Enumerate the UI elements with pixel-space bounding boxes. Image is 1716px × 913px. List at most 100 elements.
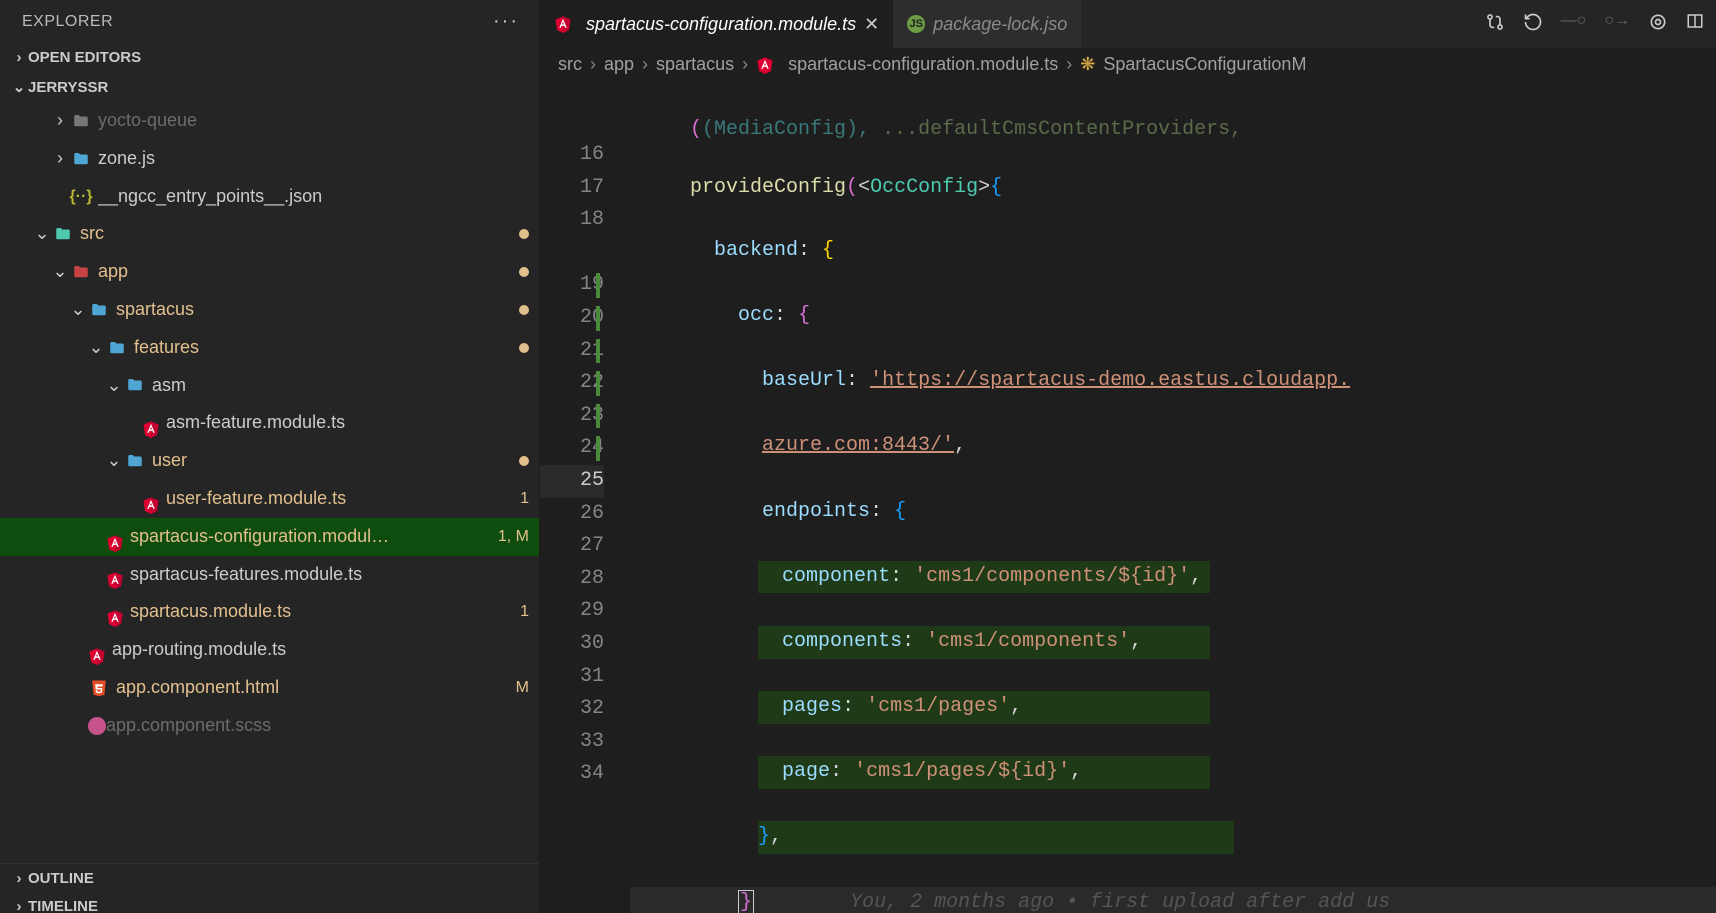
tab-label: package-lock.jso: [933, 14, 1067, 35]
modified-dot: [519, 267, 529, 277]
line-number: 21: [540, 335, 604, 368]
tab-bar: spartacus-configuration.module.ts ✕ JS p…: [540, 0, 1716, 48]
breadcrumb-part[interactable]: src: [558, 54, 582, 75]
code-token: azure.com:8443/': [762, 434, 954, 457]
code-token: components: [782, 630, 902, 653]
tree-folder[interactable]: ⌄ user: [0, 442, 539, 480]
tree-label: app.component.scss: [106, 707, 529, 745]
more-icon[interactable]: ···: [493, 10, 519, 33]
explorer-sidebar: EXPLORER ··· › OPEN EDITORS ⌄ JERRYSSR ›…: [0, 0, 540, 913]
tree-file[interactable]: spartacus.module.ts1: [0, 593, 539, 631]
line-number: 31: [540, 661, 604, 694]
nodejs-icon: JS: [907, 15, 925, 33]
tree-file[interactable]: spartacus-configuration.modul…1, M: [0, 518, 539, 556]
chevron-right-icon: ›: [590, 54, 596, 75]
tree-folder[interactable]: ⌄src: [0, 215, 539, 253]
project-label: JERRYSSR: [28, 79, 108, 96]
explorer-header: EXPLORER ···: [0, 0, 539, 43]
tree-folder[interactable]: ⌄ spartacus: [0, 291, 539, 329]
code-content[interactable]: ((MediaConfig), ...defaultCmsContentProv…: [630, 81, 1716, 913]
angular-icon: [106, 565, 124, 583]
tree-label: app.component.html: [116, 669, 510, 707]
breadcrumb-part[interactable]: spartacus-configuration.module.ts: [788, 54, 1058, 75]
tree-file[interactable]: app.component.htmlM: [0, 669, 539, 707]
project-section[interactable]: ⌄ JERRYSSR: [0, 72, 539, 102]
chevron-icon: ⌄: [68, 291, 88, 329]
tree-folder[interactable]: ⌄app: [0, 253, 539, 291]
tree-file[interactable]: asm-feature.module.ts: [0, 404, 539, 442]
next-icon[interactable]: ○→: [1604, 12, 1630, 37]
line-number: 29: [540, 595, 604, 628]
tree-file[interactable]: spartacus-features.module.ts: [0, 556, 539, 594]
tab-inactive[interactable]: JS package-lock.jso: [893, 0, 1081, 48]
tree-label: asm: [152, 367, 529, 405]
tree-label: spartacus-features.module.ts: [130, 556, 529, 594]
tree-folder[interactable]: ⌄ asm: [0, 367, 539, 405]
html5-icon: [88, 679, 110, 697]
modified-dot: [519, 305, 529, 315]
tree-folder[interactable]: ⌄features: [0, 329, 539, 367]
code-token: 'cms1/components/${id}': [914, 565, 1190, 588]
tree-file[interactable]: app-routing.module.ts: [0, 631, 539, 669]
breadcrumb-part[interactable]: spartacus: [656, 54, 734, 75]
breadcrumb-part[interactable]: app: [604, 54, 634, 75]
tree-label: spartacus: [116, 291, 511, 329]
revert-icon[interactable]: [1523, 12, 1543, 37]
breadcrumb[interactable]: src › app › spartacus › spartacus-config…: [540, 48, 1716, 81]
tree-label: __ngcc_entry_points__.json: [98, 178, 529, 216]
tree-label: user: [152, 442, 511, 480]
target-icon[interactable]: [1648, 12, 1668, 37]
chevron-right-icon: ›: [1066, 54, 1072, 75]
line-number: 16: [540, 139, 604, 172]
tree-folder[interactable]: › zone.js: [0, 140, 539, 178]
chevron-right-icon: ›: [10, 870, 28, 887]
chevron-icon: ›: [50, 140, 70, 178]
chevron-icon: ⌄: [104, 367, 124, 405]
code-token: pages: [782, 695, 842, 718]
tree-label: yocto-queue: [98, 102, 529, 140]
line-number: 30: [540, 628, 604, 661]
timeline-section[interactable]: › TIMELINE: [0, 893, 539, 913]
tree-label: app: [98, 253, 511, 291]
prev-icon[interactable]: —○: [1561, 12, 1587, 37]
tree-label: zone.js: [98, 140, 529, 178]
chevron-icon: ⌄: [104, 442, 124, 480]
tree-file[interactable]: user-feature.module.ts1: [0, 480, 539, 518]
folder-icon: [52, 225, 74, 243]
tree-folder[interactable]: ›yocto-queue: [0, 102, 539, 140]
code-token: occ: [738, 304, 774, 327]
code-token: ...defaultCmsContentProviders,: [882, 118, 1242, 141]
line-number: 23: [540, 400, 604, 433]
tree-file[interactable]: {··} __ngcc_entry_points__.json: [0, 178, 539, 216]
outline-section[interactable]: › OUTLINE: [0, 863, 539, 893]
code-token: (MediaConfig),: [702, 118, 870, 141]
git-badge: 1: [520, 482, 529, 516]
git-compare-icon[interactable]: [1485, 12, 1505, 37]
line-number: 26: [540, 498, 604, 531]
json-icon: {··}: [70, 180, 92, 214]
folder-icon: [70, 150, 92, 168]
line-number: 34: [540, 758, 604, 791]
angular-icon: [756, 56, 774, 74]
breadcrumb-part[interactable]: SpartacusConfigurationM: [1103, 54, 1306, 75]
code-token: baseUrl: [762, 369, 846, 392]
angular-icon: [88, 641, 106, 659]
chevron-icon: ⌄: [32, 215, 52, 253]
open-editors-section[interactable]: › OPEN EDITORS: [0, 43, 539, 72]
gutter: 16171819202122232425262728293031323334: [540, 81, 630, 913]
tree-file[interactable]: app.component.scss: [0, 707, 539, 745]
chevron-down-icon: ⌄: [10, 78, 28, 96]
chevron-right-icon: ›: [642, 54, 648, 75]
file-tree: ›yocto-queue› zone.js {··} __ngcc_entry_poi…: [0, 102, 539, 863]
git-badge: M: [516, 671, 529, 705]
close-icon[interactable]: ✕: [864, 14, 879, 35]
code-editor[interactable]: 16171819202122232425262728293031323334 (…: [540, 81, 1716, 913]
angular-icon: [106, 603, 124, 621]
line-number: 20: [540, 302, 604, 335]
tab-active[interactable]: spartacus-configuration.module.ts ✕: [540, 0, 893, 48]
split-icon[interactable]: [1686, 12, 1704, 37]
chevron-right-icon: ›: [742, 54, 748, 75]
line-number: 17: [540, 172, 604, 205]
tree-label: features: [134, 329, 511, 367]
code-token: page: [782, 760, 830, 783]
